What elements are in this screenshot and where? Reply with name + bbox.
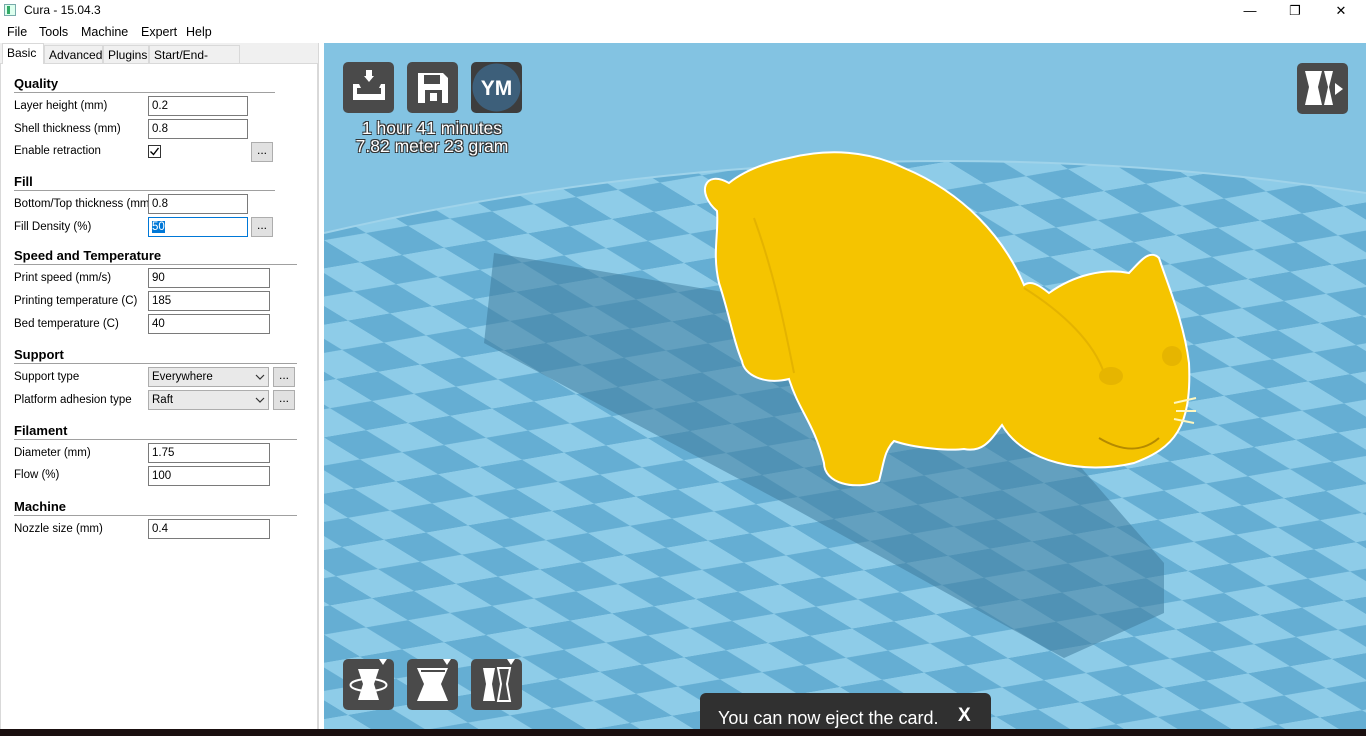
bed-temperature-input[interactable]: 40: [148, 314, 270, 334]
bottom-top-thickness-label: Bottom/Top thickness (mm): [14, 198, 154, 210]
youmagine-icon: YM: [472, 63, 521, 112]
enable-retraction-checkbox[interactable]: [148, 145, 161, 158]
fill-density-value: 50: [152, 221, 165, 233]
scale-icon: [417, 659, 451, 701]
tab-start-end-gcode[interactable]: Start/End-GCode: [149, 45, 240, 80]
print-speed-input[interactable]: 90: [148, 268, 270, 288]
shell-thickness-input[interactable]: 0.8: [148, 119, 248, 139]
section-filament-title: Filament: [14, 423, 68, 438]
fill-settings-button[interactable]: ...: [251, 217, 273, 237]
section-divider: [14, 92, 275, 93]
section-support-title: Support: [14, 347, 64, 362]
print-time: 1 hour 41 minutes: [361, 118, 503, 138]
mirror-tool-button[interactable]: [471, 659, 522, 710]
bed-temperature-label: Bed temperature (C): [14, 318, 119, 330]
checkmark-icon: [150, 147, 160, 156]
support-type-value: Everywhere: [152, 371, 213, 383]
rotate-icon: [349, 659, 388, 700]
load-model-button[interactable]: [343, 62, 394, 113]
retraction-settings-button[interactable]: ...: [251, 142, 273, 162]
settings-tabs: Basic Advanced Plugins Start/End-GCode: [0, 43, 320, 80]
shell-thickness-label: Shell thickness (mm): [14, 123, 121, 135]
scale-tool-button[interactable]: [407, 659, 458, 710]
print-material: 7.82 meter 23 gram: [355, 136, 509, 156]
section-machine-title: Machine: [14, 499, 67, 514]
load-model-icon: [353, 70, 385, 100]
close-button[interactable]: ✕: [1318, 0, 1364, 22]
layer-height-label: Layer height (mm): [14, 100, 108, 112]
section-speed-title: Speed and Temperature: [14, 248, 162, 263]
section-quality-title: Quality: [14, 76, 59, 91]
title-bar: Cura - 15.04.3 — ❐ ✕: [0, 0, 1366, 22]
section-fill-title: Fill: [14, 174, 33, 189]
save-to-sd-button[interactable]: [407, 62, 458, 113]
chevron-down-icon: [255, 374, 265, 380]
bottom-top-thickness-input[interactable]: 0.8: [148, 194, 248, 214]
print-estimate: 1 hour 41 minutes 7.82 meter 23 gram: [344, 119, 520, 155]
enable-retraction-label: Enable retraction: [14, 145, 101, 157]
layer-height-input[interactable]: 0.2: [148, 96, 248, 116]
basic-tab-page: Quality Layer height (mm) 0.2 Shell thic…: [0, 63, 318, 736]
notification-close-button[interactable]: X: [958, 705, 971, 727]
section-divider: [14, 190, 275, 191]
minimize-button[interactable]: —: [1227, 0, 1273, 22]
support-settings-button[interactable]: ...: [273, 367, 295, 387]
chevron-down-icon: [255, 397, 265, 403]
rotate-tool-button[interactable]: [343, 659, 394, 710]
platform-adhesion-value: Raft: [152, 394, 174, 406]
menu-machine[interactable]: Machine: [81, 25, 128, 39]
nozzle-size-input[interactable]: 0.4: [148, 519, 270, 539]
menu-expert[interactable]: Expert: [141, 25, 177, 39]
notification-message: You can now eject the card.: [718, 708, 939, 728]
settings-panel: Basic Advanced Plugins Start/End-GCode Q…: [0, 43, 319, 736]
section-divider: [14, 363, 297, 364]
menu-help[interactable]: Help: [186, 25, 212, 39]
flow-input[interactable]: 100: [148, 466, 270, 486]
tab-plugins[interactable]: Plugins: [103, 45, 149, 63]
flow-label: Flow (%): [14, 469, 60, 481]
fill-density-label: Fill Density (%): [14, 221, 92, 233]
menu-file[interactable]: File: [7, 25, 27, 39]
nozzle-size-label: Nozzle size (mm): [14, 523, 103, 535]
diameter-input[interactable]: 1.75: [148, 443, 270, 463]
menu-tools[interactable]: Tools: [39, 25, 68, 39]
youmagine-button[interactable]: YM: [471, 62, 522, 113]
view-mode-button[interactable]: [1297, 63, 1348, 114]
printing-temperature-input[interactable]: 185: [148, 291, 270, 311]
printing-temperature-label: Printing temperature (C): [14, 295, 138, 307]
taskbar-strip: [0, 729, 1366, 736]
3d-viewport[interactable]: YM 1 hour 41 minutes 7.82 meter 23 gram: [324, 43, 1366, 729]
section-divider: [14, 439, 297, 440]
tab-advanced[interactable]: Advanced: [44, 45, 103, 63]
support-type-label: Support type: [14, 371, 80, 383]
mirror-icon: [483, 659, 515, 702]
user-initials: YM: [481, 77, 513, 100]
print-speed-label: Print speed (mm/s): [14, 272, 112, 284]
view-mode-icon: [1305, 71, 1343, 105]
platform-adhesion-select[interactable]: Raft: [148, 390, 269, 410]
tab-basic[interactable]: Basic: [2, 43, 44, 64]
diameter-label: Diameter (mm): [14, 447, 91, 459]
menu-bar: File Tools Machine Expert Help: [0, 22, 1366, 42]
cura-app-icon: [4, 4, 16, 16]
save-floppy-icon: [418, 73, 448, 103]
platform-adhesion-label: Platform adhesion type: [14, 394, 132, 406]
adhesion-settings-button[interactable]: ...: [273, 390, 295, 410]
section-divider: [14, 515, 297, 516]
fill-density-input[interactable]: 50: [148, 217, 248, 237]
window-title: Cura - 15.04.3: [24, 3, 101, 17]
support-type-select[interactable]: Everywhere: [148, 367, 269, 387]
maximize-button[interactable]: ❐: [1272, 0, 1318, 22]
section-divider: [14, 264, 297, 265]
